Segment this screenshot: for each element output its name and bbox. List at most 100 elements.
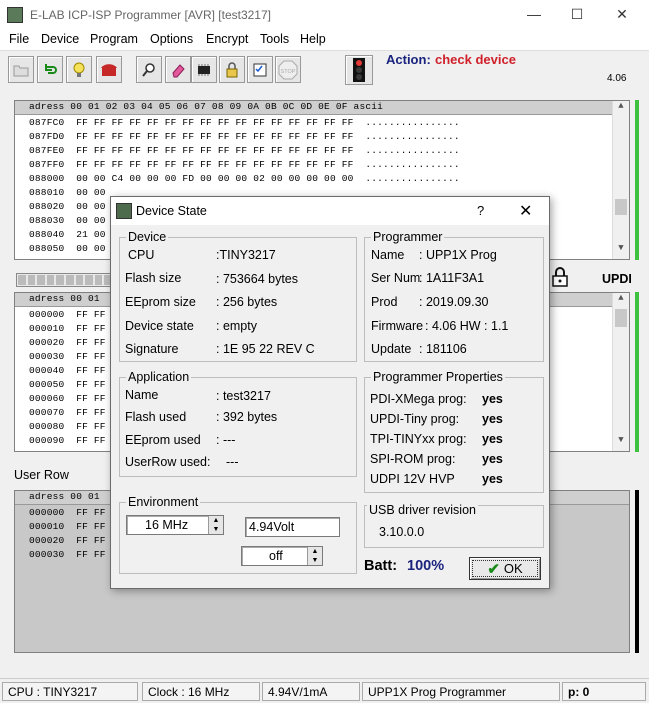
menu-encrypt[interactable]: Encrypt (206, 32, 248, 46)
device-state-value: : empty (216, 319, 257, 333)
maximize-button[interactable]: ☐ (567, 6, 587, 24)
scroll-down-icon[interactable]: ▼ (613, 243, 629, 259)
menu-program[interactable]: Program (90, 32, 138, 46)
udpi-hvp-value: yes (482, 472, 503, 486)
menu-options[interactable]: Options (150, 32, 193, 46)
flash-status-bar (635, 100, 639, 260)
hex-row: 087FE0 FF FF FF FF FF FF FF FF FF FF FF … (29, 145, 460, 156)
ok-label: OK (503, 561, 523, 576)
udpi-hvp-label: UDPI 12V HVP (370, 472, 455, 486)
undo-button[interactable] (37, 56, 63, 83)
dialog-app-icon (116, 203, 132, 219)
updi-label: UPDI (602, 272, 632, 286)
hex-row: 000090 FF FF (29, 435, 106, 446)
hex-row: 000070 FF FF (29, 407, 106, 418)
hex-row: 087FD0 FF FF FF FF FF FF FF FF FF FF FF … (29, 131, 460, 142)
hex-row: 000020 FF FF (29, 337, 106, 348)
hex-row: 088020 00 00 (29, 201, 106, 212)
flash-size-value: : 753664 bytes (216, 272, 299, 286)
hex-row: 088030 00 00 (29, 215, 106, 226)
traffic-light-button[interactable] (345, 55, 373, 85)
programmer-properties-group: Programmer Properties PDI-XMega prog: ye… (364, 370, 544, 493)
phone-button[interactable] (96, 56, 122, 83)
menu-tools[interactable]: Tools (260, 32, 289, 46)
prog-name-value: : UPP1X Prog (419, 248, 497, 262)
close-button[interactable]: ✕ (612, 6, 632, 24)
eeprom-used-value: : --- (216, 433, 236, 447)
flash-scrollbar[interactable]: ▲ ▼ (612, 101, 629, 259)
environment-group-title: Environment (126, 495, 201, 509)
stop-text: STOP (281, 69, 296, 75)
device-state-label: Device state (125, 319, 194, 333)
spin-up-icon[interactable]: ▲ (308, 547, 322, 556)
title-bar: E-LAB ICP-ISP Programmer [AVR] [test3217… (0, 0, 649, 30)
scroll-thumb[interactable] (615, 309, 627, 327)
status-clock: Clock : 16 MHz (142, 682, 260, 701)
firmware-value: : 4.06 HW : 1.1 (425, 319, 509, 333)
action-label: Action: (386, 52, 431, 67)
help-button[interactable]: ? (477, 203, 484, 218)
prod-value: : 2019.09.30 (419, 295, 489, 309)
flash-used-value: : 392 bytes (216, 410, 278, 424)
scroll-up-icon[interactable]: ▲ (613, 293, 629, 309)
menu-help[interactable]: Help (300, 32, 326, 46)
flash-hex-header: adress 00 01 02 03 04 05 06 07 08 09 0A … (15, 101, 629, 115)
clock-spinner[interactable]: 16 MHz ▲ ▼ (126, 515, 224, 535)
hex-row: 000030 FF FF (29, 549, 106, 560)
cpu-label: CPU (128, 248, 155, 262)
ok-button[interactable]: ✔ OK (469, 557, 541, 580)
hex-row: 000000 FF FF (29, 507, 106, 518)
lock-icon (226, 61, 238, 77)
spin-down-icon[interactable]: ▼ (209, 525, 223, 534)
update-label: Update (371, 342, 412, 356)
signature-label: Signature (125, 342, 179, 356)
tpi-tinyxx-value: yes (482, 432, 503, 446)
spi-rom-label: SPI-ROM prog: (370, 452, 456, 466)
programmer-group-title: Programmer (371, 230, 445, 244)
dialog-close-button[interactable]: ✕ (519, 201, 532, 221)
power-spinner[interactable]: off ▲ ▼ (241, 546, 323, 566)
spin-down-icon[interactable]: ▼ (308, 556, 322, 565)
app-name-label: Name (125, 388, 159, 402)
eeprom-size-label: EEprom size (125, 295, 196, 309)
sernum-label: Ser Num (371, 271, 421, 285)
open-icon (13, 65, 29, 76)
lock-button[interactable] (219, 56, 245, 83)
usb-driver-value: 3.10.0.0 (379, 525, 425, 539)
menu-file[interactable]: File (9, 32, 29, 46)
eeprom-status-bar (635, 292, 639, 452)
undo-icon (45, 63, 57, 74)
traffic-light-icon (353, 58, 365, 82)
tpi-tinyxx-label: TPI-TINYxx prog: (370, 432, 467, 446)
open-button[interactable] (8, 56, 34, 83)
eeprom-used-label: EEprom used (125, 433, 201, 447)
checklist-button[interactable] (247, 56, 273, 83)
spin-up-icon[interactable]: ▲ (209, 516, 223, 525)
pdi-xmega-label: PDI-XMega prog: (370, 392, 467, 406)
scroll-thumb[interactable] (615, 199, 627, 215)
voltage-field[interactable]: 4.94Volt (245, 517, 340, 537)
signature-value: : 1E 95 22 REV C (216, 342, 315, 356)
status-programmer: UPP1X Prog Programmer (362, 682, 560, 701)
hex-row: 000080 FF FF (29, 421, 106, 432)
status-bar: CPU : TINY3217 Clock : 16 MHz 4.94V/1mA … (0, 678, 649, 703)
stop-button[interactable]: STOP (275, 56, 301, 83)
hex-row: 088040 21 00 (29, 229, 106, 240)
hex-row: 087FC0 FF FF FF FF FF FF FF FF FF FF FF … (29, 117, 460, 128)
scroll-down-icon[interactable]: ▼ (613, 435, 629, 451)
lightbulb-button[interactable] (66, 56, 92, 83)
status-cpu: CPU : TINY3217 (2, 682, 138, 701)
hex-row: 088050 00 00 (29, 243, 106, 254)
minimize-button[interactable]: — (524, 6, 544, 24)
hex-row: 087FF0 FF FF FF FF FF FF FF FF FF FF FF … (29, 159, 460, 170)
scroll-up-icon[interactable]: ▲ (613, 101, 629, 117)
erase-button[interactable] (165, 56, 191, 83)
search-button[interactable] (136, 56, 162, 83)
dialog-title-bar: Device State ? ✕ (111, 197, 549, 225)
eeprom-scrollbar[interactable]: ▲ ▼ (612, 293, 629, 451)
flash-size-label: Flash size (125, 271, 182, 285)
hex-row: 000000 FF FF (29, 309, 106, 320)
menu-device[interactable]: Device (41, 32, 79, 46)
clock-value: 16 MHz (145, 518, 189, 532)
chip-button[interactable] (191, 56, 217, 83)
